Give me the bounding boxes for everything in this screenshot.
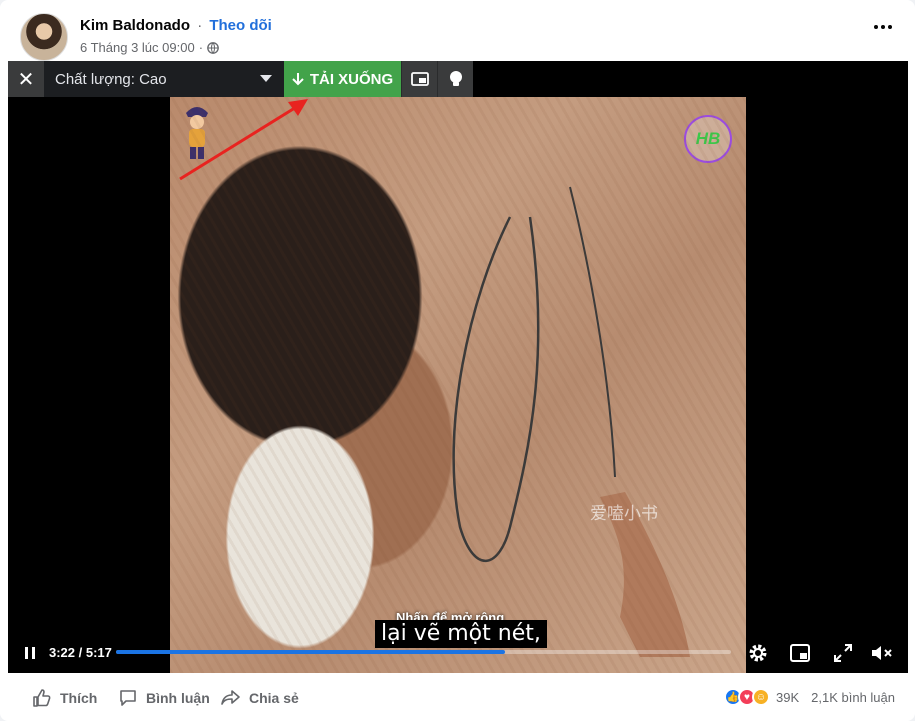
character-sticker-icon — [186, 107, 208, 159]
picture-in-picture-button[interactable] — [401, 61, 437, 97]
progress-track[interactable] — [116, 650, 731, 654]
share-icon — [221, 690, 240, 705]
caption-text: lại vẽ một nét, — [375, 620, 547, 648]
author-name[interactable]: Kim Baldonado — [80, 17, 190, 34]
follow-button[interactable]: Theo dõi — [209, 17, 272, 34]
download-button[interactable]: TẢI XUỐNG — [284, 61, 401, 97]
lightbulb-icon — [449, 71, 462, 86]
reaction-icons: 👍 ♥ ☺ — [724, 688, 770, 706]
close-icon[interactable]: ✕ — [8, 61, 44, 97]
quality-label: Chất lượng: Cao — [55, 70, 167, 88]
comment-label: Bình luận — [146, 690, 210, 706]
video-player[interactable]: HB 爱嗑小书 ✕ Chất lượng: Cao TẢI XUỐNG Nhấp… — [8, 61, 908, 673]
avatar[interactable] — [20, 13, 68, 61]
pip-icon — [410, 72, 429, 86]
globe-icon — [207, 41, 219, 54]
more-options-icon[interactable] — [871, 17, 895, 37]
reaction-summary[interactable]: 👍 ♥ ☺ 39K 2,1K bình luận — [724, 688, 895, 706]
comment-icon — [120, 690, 136, 706]
like-label: Thích — [60, 690, 98, 706]
post-header: Kim Baldonado · Theo dõi — [80, 17, 272, 34]
time-display: 3:22 / 5:17 — [49, 645, 112, 660]
progress-fill — [116, 650, 506, 654]
separator: · — [198, 40, 204, 55]
video-watermark: 爱嗑小书 — [590, 504, 658, 524]
thumbs-up-icon — [33, 689, 51, 707]
video-top-bar: ✕ Chất lượng: Cao TẢI XUỐNG — [8, 61, 473, 97]
share-button[interactable]: Chia sẻ — [221, 688, 299, 708]
volume-muted-icon[interactable] — [870, 641, 894, 665]
miniplayer-icon[interactable] — [788, 641, 812, 665]
video-frame: HB 爱嗑小书 — [170, 97, 746, 673]
comment-button[interactable]: Bình luận — [118, 688, 210, 708]
post-timestamp[interactable]: 6 Tháng 3 lúc 09:00 — [80, 40, 195, 55]
reaction-count: 39K — [776, 689, 800, 705]
separator: · — [197, 17, 203, 34]
arrow-down-icon — [292, 73, 304, 86]
pause-icon[interactable] — [20, 643, 40, 663]
post-card: Kim Baldonado · Theo dõi 6 Tháng 3 lúc 0… — [0, 0, 915, 721]
light-toggle-button[interactable] — [437, 61, 473, 97]
quality-select[interactable]: Chất lượng: Cao — [44, 61, 284, 97]
fullscreen-icon[interactable] — [831, 641, 855, 665]
post-meta: 6 Tháng 3 lúc 09:00 · — [80, 40, 219, 55]
settings-gear-icon[interactable] — [746, 641, 770, 665]
wall-drawing — [452, 186, 690, 657]
like-button[interactable]: Thích — [32, 688, 97, 708]
caret-down-icon — [260, 75, 272, 82]
comment-count[interactable]: 2,1K bình luận — [811, 690, 895, 705]
channel-logo-icon: HB — [684, 115, 732, 163]
download-label: TẢI XUỐNG — [309, 70, 394, 88]
haha-reaction-icon: ☺ — [752, 688, 770, 706]
share-label: Chia sẻ — [249, 690, 299, 706]
